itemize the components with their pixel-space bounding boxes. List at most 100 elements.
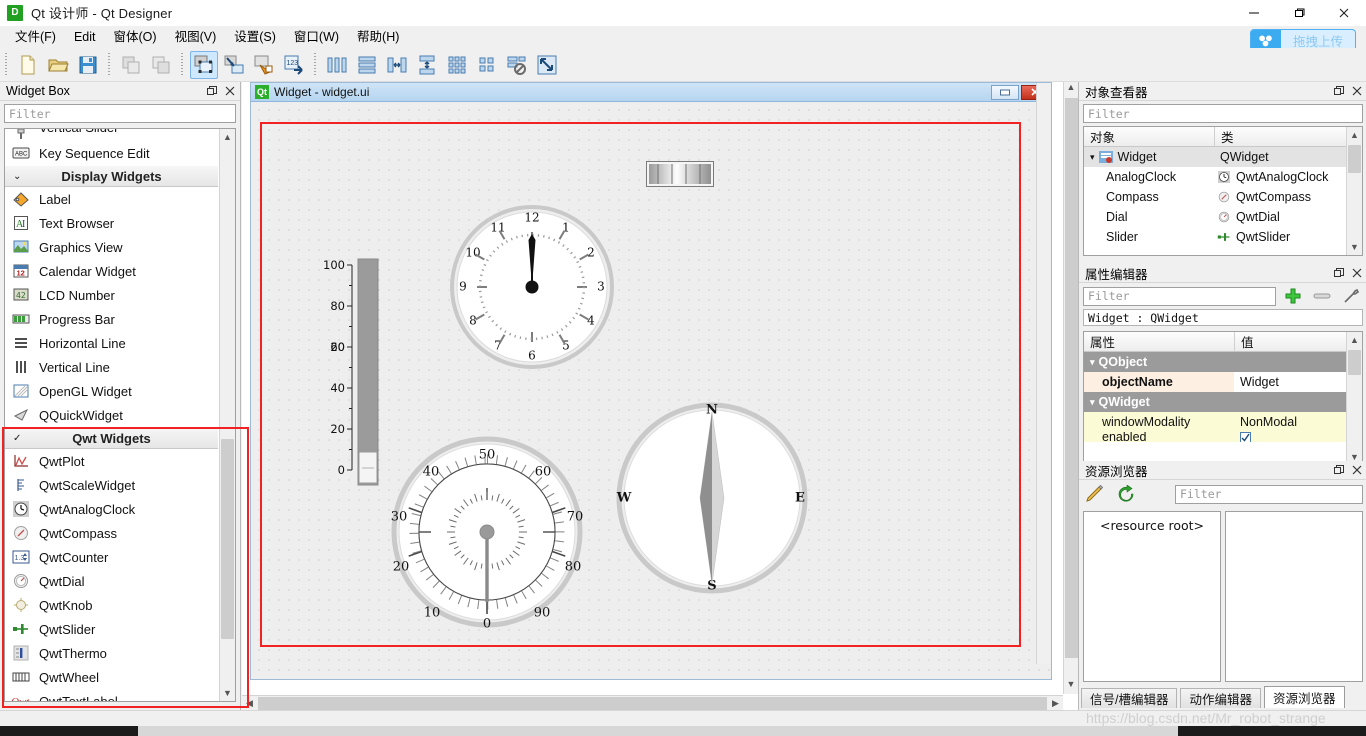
layout-grid-icon[interactable] xyxy=(443,51,471,79)
layout-splitter-h-icon[interactable] xyxy=(383,51,411,79)
property-row-windowmodality[interactable]: windowModality NonModal xyxy=(1084,412,1362,432)
property-editor-close-button[interactable] xyxy=(1349,266,1364,281)
edit-widgets-icon[interactable] xyxy=(190,50,218,79)
widget-item-opengl-widget[interactable]: OpenGL Widget xyxy=(5,379,218,403)
form-title-bar[interactable]: Qt Widget - widget.ui xyxy=(251,83,1051,102)
chevron-down-icon[interactable]: ▾ xyxy=(1090,357,1095,368)
qwt-slider-widget[interactable]: 100 80 20 60 40 20 0 xyxy=(306,257,382,487)
mdi-hscroll-thumb[interactable] xyxy=(258,696,1047,710)
form-vertical-scrollbar[interactable] xyxy=(1036,83,1051,664)
widget-item-qwttextlabel[interactable]: Qwt QwtTextLabel xyxy=(5,689,218,702)
object-inspector-float-button[interactable] xyxy=(1331,84,1346,99)
widget-category-display-widgets[interactable]: ⌄ Display Widgets xyxy=(5,165,218,187)
widget-item-vertical-line[interactable]: Vertical Line xyxy=(5,355,218,379)
menu-settings[interactable]: 设置(S) xyxy=(225,27,285,47)
scroll-up-icon[interactable]: ▲ xyxy=(1347,332,1362,348)
object-row-dial[interactable]: Dial QwtDial xyxy=(1084,207,1362,227)
form-minimize-button[interactable] xyxy=(991,84,1019,100)
open-file-icon[interactable] xyxy=(44,51,72,79)
object-inspector-filter-input[interactable]: Filter xyxy=(1083,104,1363,123)
scroll-down-icon[interactable]: ▼ xyxy=(1347,239,1362,255)
widget-item-horizontal-line[interactable]: Horizontal Line xyxy=(5,331,218,355)
widget-item-graphics-view[interactable]: Graphics View xyxy=(5,235,218,259)
property-value[interactable]: NonModal xyxy=(1234,412,1362,432)
object-inspector-scrollbar[interactable]: ▲ ▼ xyxy=(1346,127,1362,255)
mdi-vscroll-thumb[interactable] xyxy=(1065,98,1078,658)
object-inspector-tree[interactable]: 对象 类 ▾ Widget QWidget AnalogClock QwtAna… xyxy=(1083,126,1363,256)
widget-box-float-button[interactable] xyxy=(204,84,219,99)
layout-vertically-icon[interactable] xyxy=(353,51,381,79)
pencil-icon[interactable] xyxy=(1083,484,1107,504)
property-editor-filter-input[interactable]: Filter xyxy=(1083,286,1276,306)
property-editor-scrollbar[interactable]: ▲ ▼ xyxy=(1346,332,1362,465)
widget-box-filter-input[interactable]: Filter xyxy=(4,104,236,123)
remove-property-icon[interactable] xyxy=(1310,286,1334,306)
widget-item-text-browser[interactable]: AI Text Browser xyxy=(5,211,218,235)
new-file-icon[interactable] xyxy=(14,51,42,79)
toolbar-grip-3[interactable] xyxy=(179,52,186,77)
mdi-horizontal-scrollbar[interactable]: ◀ ▶ xyxy=(242,695,1063,710)
save-file-icon[interactable] xyxy=(74,51,102,79)
widget-item-qwtwheel[interactable]: QwtWheel xyxy=(5,665,218,689)
widget-item-qwtanalogclock[interactable]: QwtAnalogClock xyxy=(5,497,218,521)
toolbar-grip-1[interactable] xyxy=(3,52,10,77)
widget-item-lcd-number[interactable]: 42 LCD Number xyxy=(5,283,218,307)
edit-tab-order-icon[interactable]: 123 xyxy=(280,51,308,79)
scroll-down-icon[interactable]: ▼ xyxy=(220,685,235,701)
add-property-icon[interactable] xyxy=(1281,286,1305,306)
resource-tree-pane[interactable]: <resource root> xyxy=(1083,511,1221,682)
property-value[interactable]: Widget xyxy=(1234,372,1362,392)
widget-box-list[interactable]: Vertical Slider ABC Key Sequence Edit ⌄ … xyxy=(4,128,236,702)
scroll-up-icon[interactable]: ▲ xyxy=(1347,127,1362,143)
property-group-qobject[interactable]: ▾ QObject xyxy=(1084,352,1362,372)
property-row-enabled[interactable]: enabled xyxy=(1084,432,1362,442)
widget-item-qwtslider[interactable]: QwtSlider xyxy=(5,617,218,641)
resource-list-pane[interactable] xyxy=(1225,511,1363,682)
menu-form[interactable]: 窗体(O) xyxy=(105,27,166,47)
widget-item-progress-bar[interactable]: Progress Bar xyxy=(5,307,218,331)
property-editor-float-button[interactable] xyxy=(1331,266,1346,281)
property-editor-scroll-thumb[interactable] xyxy=(1348,350,1361,375)
qwt-dial-widget[interactable]: 0 10 20 30 40 50 60 70 80 90 xyxy=(387,432,587,637)
widget-item-qwtthermo[interactable]: QwtThermo xyxy=(5,641,218,665)
widget-item-qwtplot[interactable]: QwtPlot xyxy=(5,449,218,473)
layout-form-icon[interactable] xyxy=(473,51,501,79)
close-button[interactable] xyxy=(1321,0,1366,26)
mdi-vertical-scrollbar[interactable]: ▲ ▼ xyxy=(1063,82,1078,694)
chevron-down-icon[interactable]: ▾ xyxy=(1090,152,1095,163)
object-row-analogclock[interactable]: AnalogClock QwtAnalogClock xyxy=(1084,167,1362,187)
scroll-up-icon[interactable]: ▲ xyxy=(1064,82,1078,97)
widget-item-qwtdial[interactable]: QwtDial xyxy=(5,569,218,593)
menu-edit[interactable]: Edit xyxy=(65,27,105,47)
minimize-button[interactable] xyxy=(1231,0,1276,26)
scroll-right-icon[interactable]: ▶ xyxy=(1048,698,1063,709)
tab-action-editor[interactable]: 动作编辑器 xyxy=(1180,688,1261,708)
toolbar-grip-2[interactable] xyxy=(106,52,113,77)
widget-category-qwt-widgets[interactable]: ✓ Qwt Widgets xyxy=(5,427,218,449)
widget-item-key-sequence-edit[interactable]: ABC Key Sequence Edit xyxy=(5,141,218,165)
tab-resource-browser[interactable]: 资源浏览器 xyxy=(1264,686,1345,708)
widget-item-vertical-slider[interactable]: Vertical Slider xyxy=(5,129,218,141)
widget-box-close-button[interactable] xyxy=(222,84,237,99)
adjust-size-icon[interactable] xyxy=(533,51,561,79)
menu-window[interactable]: 窗口(W) xyxy=(285,27,348,47)
resource-browser-float-button[interactable] xyxy=(1331,463,1346,478)
property-row-objectname[interactable]: objectName Widget xyxy=(1084,372,1362,392)
edit-signals-slots-icon[interactable] xyxy=(220,51,248,79)
menu-view[interactable]: 视图(V) xyxy=(166,27,226,47)
maximize-button[interactable] xyxy=(1276,0,1321,26)
tab-signal-slot-editor[interactable]: 信号/槽编辑器 xyxy=(1081,688,1178,708)
menu-help[interactable]: 帮助(H) xyxy=(348,27,408,47)
widget-box-scrollbar[interactable]: ▲ ▼ xyxy=(219,129,235,701)
scroll-left-icon[interactable]: ◀ xyxy=(242,698,257,709)
widget-item-qwtcompass[interactable]: QwtCompass xyxy=(5,521,218,545)
toolbar-grip-4[interactable] xyxy=(312,52,319,77)
object-inspector-close-button[interactable] xyxy=(1349,84,1364,99)
qwt-wheel-widget[interactable] xyxy=(646,161,714,187)
reload-icon[interactable] xyxy=(1115,484,1139,504)
menu-file[interactable]: 文件(F) xyxy=(6,27,65,47)
layout-splitter-v-icon[interactable] xyxy=(413,51,441,79)
property-value-checkbox[interactable] xyxy=(1234,432,1362,442)
resource-root-label[interactable]: <resource root> xyxy=(1084,518,1220,533)
chevron-down-icon[interactable]: ▾ xyxy=(1090,397,1095,408)
